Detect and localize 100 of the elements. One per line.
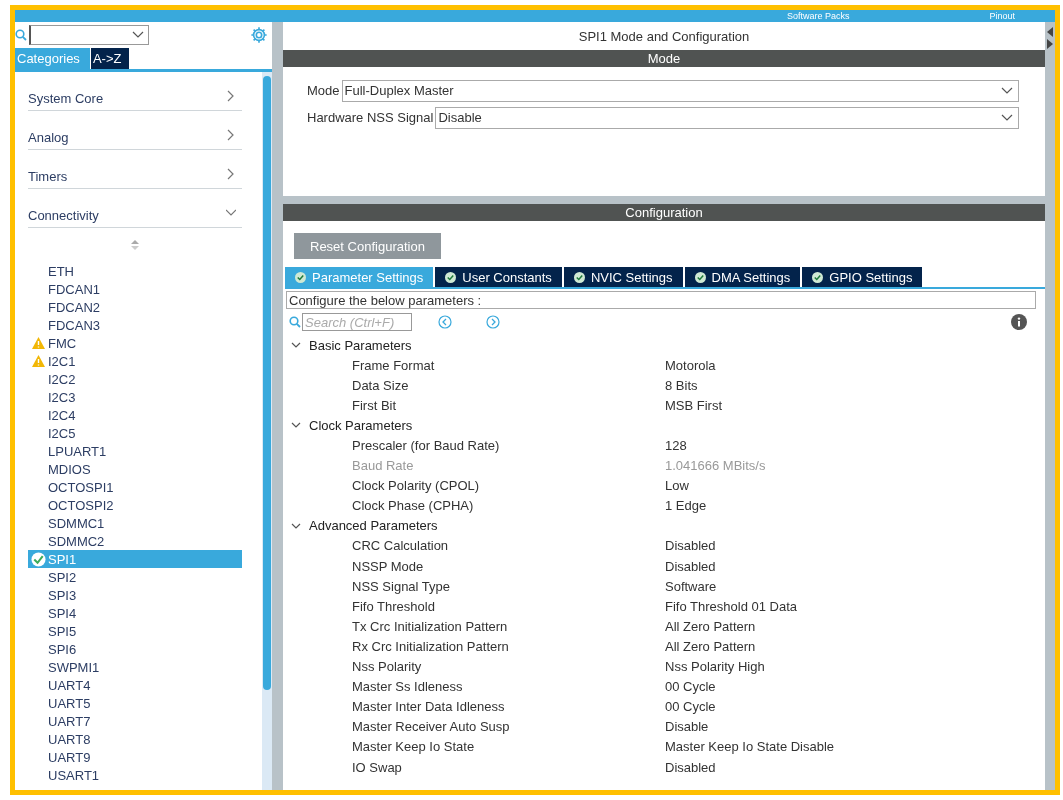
chevron-down-icon — [1001, 86, 1013, 95]
parameter-value[interactable]: Software — [665, 578, 717, 594]
check-icon — [812, 271, 824, 283]
parameter-value[interactable]: Disabled — [665, 759, 716, 775]
dropdown[interactable]: Disable — [435, 106, 1019, 129]
peripheral-item[interactable]: LPUART1 — [28, 442, 242, 460]
parameter-name: Master Receiver Auto Susp — [351, 719, 511, 735]
category-item[interactable]: Connectivity — [28, 189, 242, 228]
search-field[interactable] — [29, 25, 149, 45]
peripheral-item[interactable]: UART4 — [28, 676, 242, 694]
scrollbar[interactable] — [1045, 22, 1055, 790]
check-icon — [30, 551, 46, 567]
parameter-value[interactable]: 00 Cycle — [665, 699, 716, 715]
parameter-name: NSS Signal Type — [351, 578, 452, 594]
section-header: Mode — [283, 50, 1045, 67]
parameter-name: Rx Crc Initialization Pattern — [351, 638, 510, 654]
parameter-value[interactable]: Master Keep Io State Disable — [665, 739, 835, 755]
parameter-value[interactable]: Nss Polarity High — [665, 659, 765, 675]
parameter-group[interactable]: Basic Parameters — [291, 335, 1045, 356]
parameter-value[interactable]: 1 Edge — [665, 498, 707, 514]
parameter-group[interactable]: Advanced Parameters — [291, 515, 1045, 536]
parameter-value[interactable]: Low — [665, 478, 689, 494]
parameter-name: Data Size — [351, 377, 410, 393]
category-item[interactable]: Analog — [28, 111, 242, 150]
parameter-value[interactable]: All Zero Pattern — [665, 618, 756, 634]
check-icon — [694, 271, 706, 283]
peripheral-item[interactable]: UART9 — [28, 748, 242, 766]
config-tab[interactable]: NVIC Settings — [563, 267, 683, 287]
peripheral-item[interactable]: SPI2 — [28, 568, 242, 586]
peripheral-item[interactable]: ETH — [28, 262, 242, 280]
peripheral-item[interactable]: UART7 — [28, 712, 242, 730]
peripheral-item[interactable]: OCTOSPI2 — [28, 496, 242, 514]
parameter-value[interactable]: Disabled — [665, 558, 716, 574]
peripheral-item[interactable]: FDCAN2 — [28, 298, 242, 316]
parameter-value[interactable]: 8 Bits — [665, 377, 698, 393]
panel-title: SPI1 Mode and Configuration — [577, 28, 751, 46]
dropdown[interactable]: Full-Duplex Master — [341, 79, 1019, 102]
scrollbar[interactable] — [262, 72, 272, 790]
peripheral-item[interactable]: SPI6 — [28, 640, 242, 658]
peripheral-item[interactable]: UART5 — [28, 694, 242, 712]
category-label: Analog — [28, 130, 69, 147]
category-item[interactable]: Timers — [28, 150, 242, 189]
check-icon — [445, 271, 457, 283]
peripheral-item[interactable]: OCTOSPI1 — [28, 478, 242, 496]
parameter-name: First Bit — [351, 397, 398, 413]
parameter-name: Tx Crc Initialization Pattern — [351, 618, 509, 634]
search-field[interactable]: Search (Ctrl+F) — [302, 313, 412, 331]
peripheral-item[interactable]: USART1 — [28, 766, 242, 784]
view-tab[interactable]: A->Z — [90, 48, 130, 69]
chevron-down-icon — [1001, 113, 1013, 122]
parameter-name: NSSP Mode — [351, 558, 425, 574]
parameter-name: Master Ss Idleness — [351, 679, 464, 695]
peripheral-item[interactable]: UART8 — [28, 730, 242, 748]
search-icon — [15, 29, 27, 41]
field-label: Mode — [307, 83, 340, 98]
parameter-value[interactable]: MSB First — [665, 397, 723, 413]
parameter-name: Master Keep Io State — [351, 739, 476, 755]
peripheral-item[interactable]: SPI5 — [28, 622, 242, 640]
peripheral-item[interactable]: SWPMI1 — [28, 658, 242, 676]
parameter-name: Baud Rate — [351, 458, 415, 474]
peripheral-item[interactable]: FMC — [28, 334, 242, 352]
sort-icon[interactable] — [131, 240, 139, 250]
peripheral-item[interactable]: I2C5 — [28, 424, 242, 442]
check-icon — [573, 271, 585, 283]
peripheral-item[interactable]: I2C3 — [28, 388, 242, 406]
parameter-name: Clock Polarity (CPOL) — [351, 478, 481, 494]
hint-text: Configure the below parameters : — [286, 291, 1036, 309]
collapse-arrows-icon[interactable] — [1046, 26, 1054, 50]
settings-icon[interactable] — [250, 26, 268, 44]
parameter-value[interactable]: 128 — [665, 438, 687, 453]
field-label: Hardware NSS Signal — [307, 110, 434, 125]
category-item[interactable]: System Core — [28, 72, 242, 111]
peripheral-item[interactable]: FDCAN3 — [28, 316, 242, 334]
peripheral-item[interactable]: MDIOS — [28, 460, 242, 478]
parameter-name: Nss Polarity — [351, 659, 423, 675]
previous-icon[interactable] — [438, 315, 452, 329]
parameter-value[interactable]: Disable — [665, 719, 709, 735]
warning-icon — [31, 355, 45, 367]
config-tab[interactable]: User Constants — [435, 267, 562, 287]
info-icon[interactable] — [1011, 314, 1027, 330]
config-tab[interactable]: DMA Settings — [684, 267, 801, 287]
peripheral-item[interactable]: SPI4 — [28, 604, 242, 622]
peripheral-item[interactable]: I2C1 — [28, 352, 242, 370]
peripheral-item[interactable]: I2C4 — [28, 406, 242, 424]
peripheral-item[interactable]: I2C2 — [28, 370, 242, 388]
peripheral-item[interactable]: FDCAN1 — [28, 280, 242, 298]
section-header: Configuration — [283, 204, 1045, 221]
config-tab[interactable]: GPIO Settings — [802, 267, 923, 287]
parameter-group[interactable]: Clock Parameters — [291, 415, 1045, 436]
parameter-value[interactable]: 00 Cycle — [665, 679, 716, 695]
search-icon — [289, 316, 301, 328]
peripheral-item[interactable]: SDMMC2 — [28, 532, 242, 550]
peripheral-item[interactable]: SDMMC1 — [28, 514, 242, 532]
parameter-value[interactable]: Disabled — [665, 538, 716, 554]
parameter-value[interactable]: All Zero Pattern — [665, 638, 756, 654]
peripheral-item[interactable]: SPI3 — [28, 586, 242, 604]
parameter-name: Master Inter Data Idleness — [351, 699, 506, 715]
next-icon[interactable] — [486, 315, 500, 329]
parameter-value[interactable]: Fifo Threshold 01 Data — [665, 598, 797, 614]
parameter-value[interactable]: Motorola — [665, 357, 716, 373]
